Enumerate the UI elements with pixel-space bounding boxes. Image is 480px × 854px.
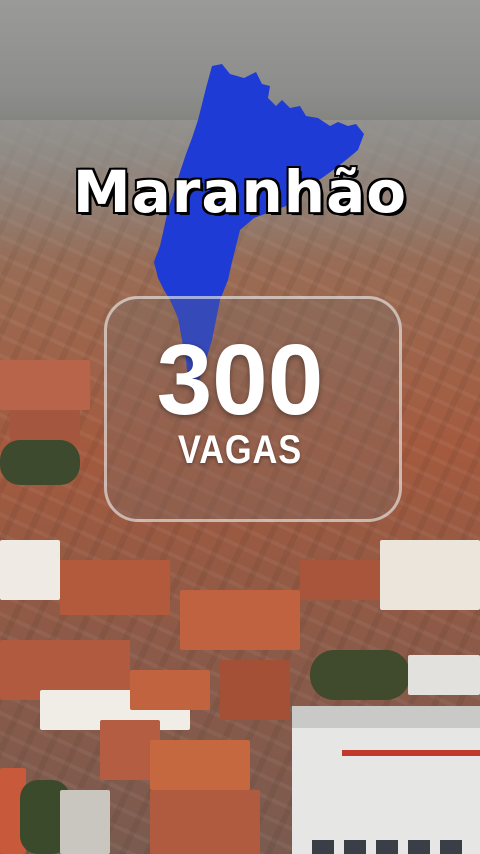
vagas-label: VAGAS [177,428,303,472]
vagas-number: 300 [156,324,324,436]
region-title: Maranhão [71,157,408,228]
